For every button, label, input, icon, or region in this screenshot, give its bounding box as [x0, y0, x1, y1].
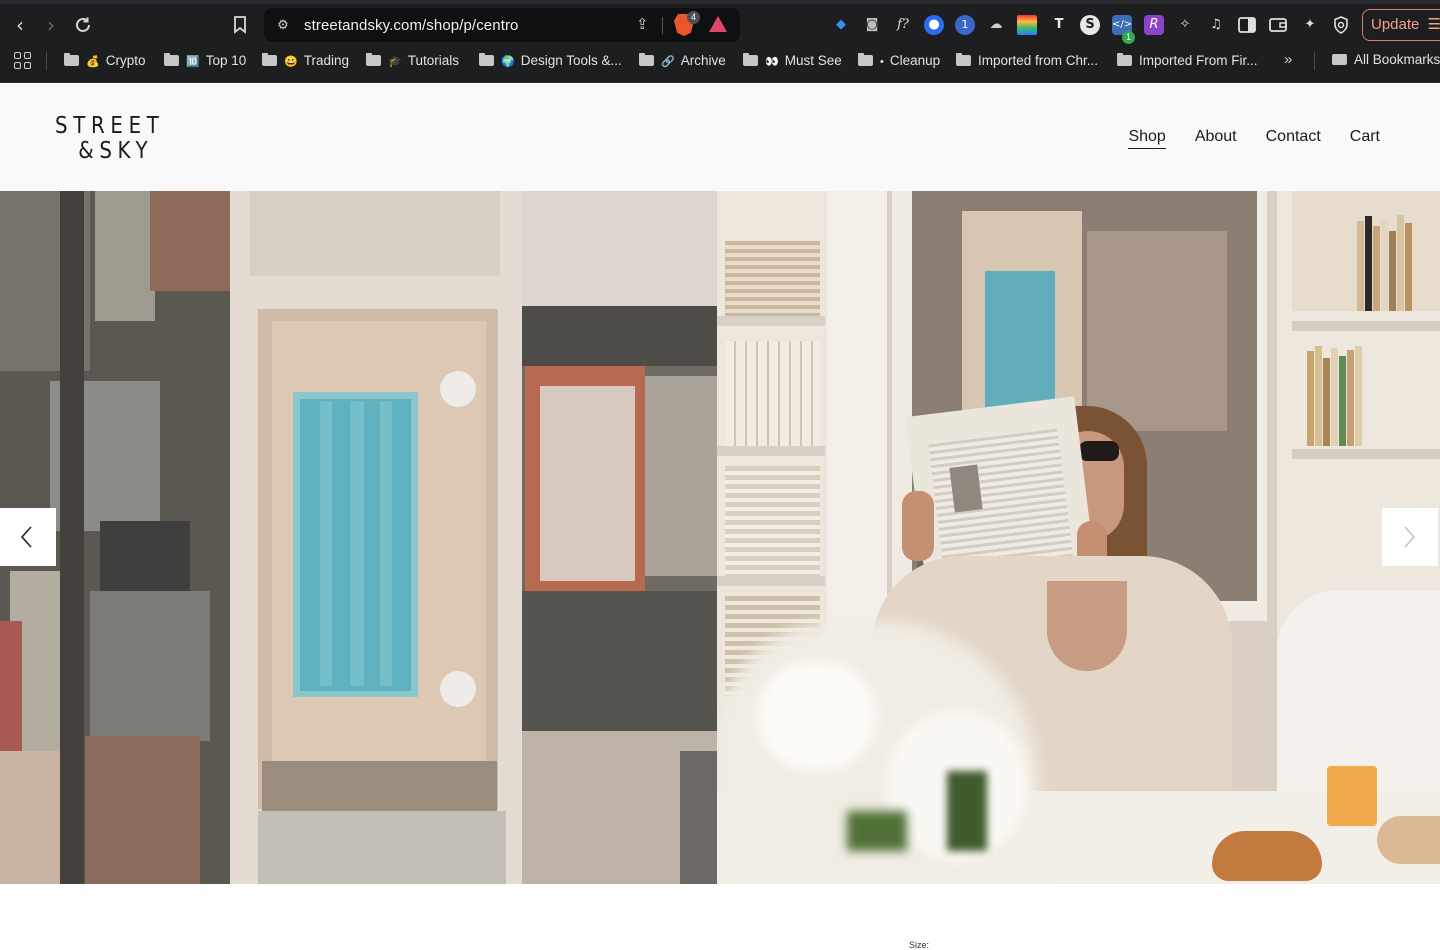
bookmark-folder-trading[interactable]: 😀 Trading [262, 52, 349, 70]
gallery-image-woman-reading [717, 191, 1440, 884]
site-settings-icon[interactable]: ⚙ [274, 16, 292, 34]
bookmarks-bar: 💰 Crypto 🔟 Top 10 😀 Trading 🎓 Tutorials 🌍 Des… [0, 46, 1440, 76]
vpn-shield-icon[interactable] [1331, 15, 1351, 35]
nav-about[interactable]: About [1195, 127, 1237, 149]
reload-icon[interactable] [70, 12, 96, 38]
bookmark-folder-archive[interactable]: 🔗 Archive [639, 52, 726, 70]
bookmark-folder-imported-chrome[interactable]: Imported from Chr... [956, 52, 1098, 70]
update-button[interactable]: Update ☰ [1362, 9, 1440, 41]
text-extension-icon[interactable]: T [1049, 15, 1069, 35]
money-bag-icon: 💰 [86, 56, 100, 68]
bookmark-label: Trading [303, 53, 349, 68]
back-icon[interactable]: ‹ [7, 12, 33, 38]
product-gallery [0, 191, 1440, 884]
bookmark-label: Imported from Chr... [978, 53, 1099, 68]
r-extension-icon[interactable]: R [1144, 15, 1164, 35]
folder-icon [479, 53, 494, 66]
gallery-image-aerial-rooftop [0, 191, 717, 884]
bookmark-folder-top-10[interactable]: 🔟 Top 10 [164, 52, 246, 70]
address-bar-divider [662, 17, 663, 34]
keycap-ten-icon: 🔟 [186, 56, 200, 68]
gallery-prev-button[interactable] [0, 508, 56, 566]
bookmark-label: Cleanup [889, 53, 941, 68]
main-nav: Shop About Contact Cart [1128, 127, 1380, 149]
extension-count-badge: 1 [1122, 31, 1135, 44]
forward-icon[interactable]: › [38, 12, 64, 38]
menu-icon: ☰ [1427, 16, 1440, 33]
address-bar[interactable]: ⚙ streetandsky.com/shop/p/centro ⇪ 4 [264, 8, 740, 42]
folder-icon [262, 53, 277, 66]
shields-count-badge: 4 [687, 11, 700, 24]
folder-icon [1332, 54, 1347, 65]
circle-extension-icon[interactable]: ● [924, 15, 944, 35]
bookmark-label: Design Tools &... [520, 53, 622, 68]
bookmark-label: Archive [680, 53, 726, 68]
bullet-icon: • [880, 56, 884, 68]
bookmark-label: Crypto [105, 53, 146, 68]
folder-icon [164, 53, 179, 66]
bookmark-label: Top 10 [205, 53, 247, 68]
url-text[interactable]: streetandsky.com/shop/p/centro [304, 17, 519, 34]
bookmark-folder-cleanup[interactable]: • Cleanup [858, 52, 940, 70]
smiley-icon: 😀 [284, 56, 298, 68]
site-header: STREET &SKY Shop About Contact Cart [0, 84, 1440, 191]
logo-line-2: &SKY [78, 138, 154, 164]
folder-icon [639, 53, 654, 66]
folder-icon [858, 53, 873, 66]
update-label: Update [1371, 16, 1420, 33]
bookmark-label: All Bookmarks [1354, 52, 1440, 67]
camera-extension-icon[interactable]: ◙ [862, 15, 882, 35]
browser-chrome: ‹ › ⚙ streetandsky.com/shop/p/centro ⇪ 4… [0, 0, 1440, 83]
logo-line-1: STREET [55, 113, 165, 139]
globe-icon: 🌍 [501, 56, 515, 68]
font-finder-extension-icon[interactable]: f? [893, 15, 913, 35]
bookmark-folder-imported-firefox[interactable]: Imported From Fir... [1117, 52, 1258, 70]
apps-grid-icon[interactable] [14, 52, 34, 72]
extensions-puzzle-icon[interactable]: ✧ [1175, 15, 1195, 35]
brave-rewards-icon[interactable] [709, 16, 727, 32]
nav-cart[interactable]: Cart [1350, 127, 1380, 149]
folder-icon [64, 53, 79, 66]
bookmark-label: Tutorials [407, 53, 459, 68]
folder-icon [366, 53, 381, 66]
bookmarks-divider [46, 52, 47, 70]
s-extension-icon[interactable]: S [1080, 15, 1100, 35]
product-details: Size: [0, 884, 1440, 950]
leo-ai-icon[interactable]: ✦ [1300, 15, 1320, 35]
wallet-icon[interactable] [1268, 15, 1288, 35]
bookmark-folder-crypto[interactable]: 💰 Crypto [64, 52, 145, 70]
gallery-next-button[interactable] [1382, 508, 1438, 566]
puzzle-cloud-extension-icon[interactable]: ☁ [986, 15, 1006, 35]
bookmark-folder-design-tools[interactable]: 🌍 Design Tools &... [479, 52, 622, 70]
bookmark-this-page-icon[interactable] [227, 12, 253, 38]
bookmarks-overflow-icon[interactable]: » [1284, 51, 1292, 68]
eyes-icon: 👀 [765, 56, 779, 68]
graduation-cap-icon: 🎓 [388, 56, 402, 68]
chevron-right-icon [1404, 526, 1415, 548]
music-icon[interactable]: ♫ [1206, 15, 1226, 35]
nav-contact[interactable]: Contact [1266, 127, 1321, 149]
bookmark-folder-must-see[interactable]: 👀 Must See [743, 52, 842, 70]
nav-shop[interactable]: Shop [1128, 127, 1166, 149]
bookmark-label: Imported From Fir... [1139, 53, 1258, 68]
chevron-left-icon [20, 526, 32, 548]
browser-toolbar: ‹ › ⚙ streetandsky.com/shop/p/centro ⇪ 4… [0, 6, 1440, 44]
site-logo[interactable]: STREET &SKY [55, 113, 165, 164]
window-top-edge [0, 0, 1440, 4]
folder-icon [743, 53, 758, 66]
all-bookmarks-folder[interactable]: All Bookmarks [1332, 52, 1440, 67]
folder-icon [1117, 53, 1132, 66]
password-manager-icon[interactable]: 1 [955, 15, 975, 35]
gem-extension-icon[interactable]: ◆ [831, 15, 851, 35]
folder-icon [956, 53, 971, 66]
sidebar-toggle-icon[interactable] [1237, 15, 1257, 35]
bookmark-label: Must See [784, 53, 842, 68]
share-icon[interactable]: ⇪ [636, 15, 649, 33]
color-bars-extension-icon[interactable] [1017, 15, 1037, 35]
bookmark-folder-tutorials[interactable]: 🎓 Tutorials [366, 52, 459, 70]
bookmarks-divider [1314, 52, 1315, 70]
link-icon: 🔗 [661, 56, 675, 68]
